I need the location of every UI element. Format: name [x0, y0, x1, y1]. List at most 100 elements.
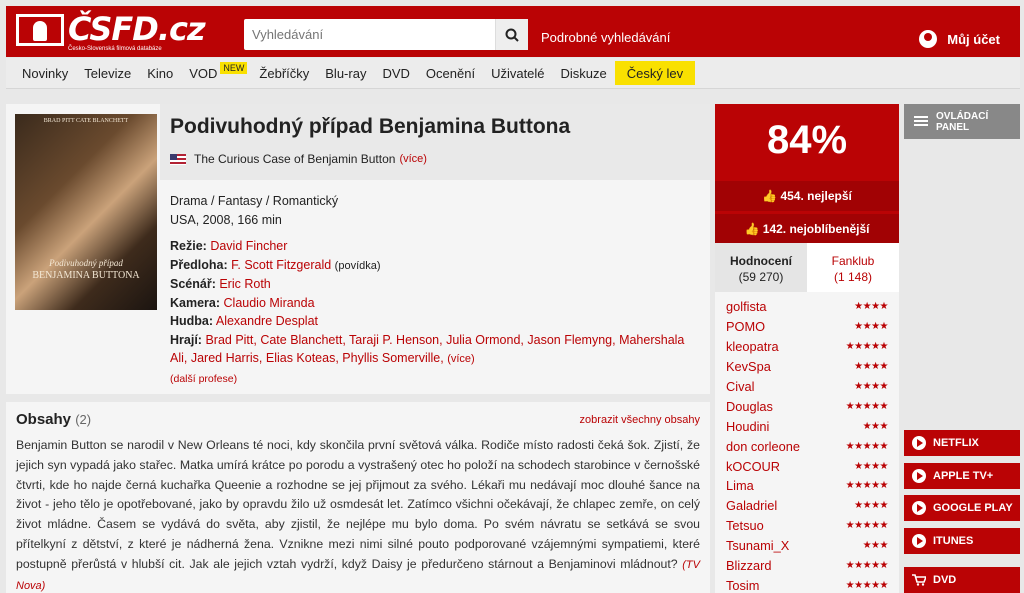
vod-itunes-label: ITUNES [933, 535, 974, 547]
poster-title-line1: Podivuhodný případ [49, 258, 123, 268]
cast-more-link[interactable]: (více) [447, 353, 475, 365]
cast-links-line1[interactable]: Brad Pitt, Cate Blanchett, Taraji P. Hen… [205, 333, 684, 347]
source-row: Předloha: F. Scott Fitzgerald (povídka) [170, 256, 700, 276]
camera-row: Kamera: Claudio Miranda [170, 294, 700, 313]
nav-diskuze[interactable]: Diskuze [553, 58, 615, 89]
nav-bluray[interactable]: Blu-ray [317, 58, 374, 89]
title-bar: Podivuhodný případ Benjamina Buttona The… [160, 104, 710, 180]
tab-ratings[interactable]: Hodnocení (59 270) [715, 243, 807, 292]
original-title-row: The Curious Case of Benjamin Button (víc… [170, 152, 427, 166]
rank-best[interactable]: 👍 454. nejlepší [715, 181, 899, 211]
search-button[interactable] [495, 19, 528, 50]
user-name-link[interactable]: Tsunami_X [726, 538, 789, 553]
nav-zebricky[interactable]: Žebříčky [251, 58, 317, 89]
cast-row-2: Ali, Jared Harris, Elias Koteas, Phyllis… [170, 349, 700, 369]
music-link[interactable]: Alexandre Desplat [216, 314, 318, 328]
search-input[interactable] [244, 19, 494, 50]
csfd-logo[interactable]: ČSFD.cz Česko-Slovenská filmová databáze [16, 10, 206, 54]
control-panel-label-2: PANEL [936, 122, 970, 133]
user-name-link[interactable]: Lima [726, 478, 754, 493]
dvd-shop-button[interactable]: DVD [904, 567, 1020, 593]
nav-novinky[interactable]: Novinky [14, 58, 76, 89]
vod-itunes-button[interactable]: ITUNES [904, 528, 1020, 554]
camera-link[interactable]: Claudio Miranda [224, 296, 315, 310]
cast-links-line2[interactable]: Ali, Jared Harris, Elias Koteas, Phyllis… [170, 351, 444, 365]
user-name-link[interactable]: golfista [726, 299, 767, 314]
logo-text: ČSFD.cz [68, 10, 206, 48]
source-link[interactable]: F. Scott Fitzgerald [231, 258, 331, 272]
nav-televize[interactable]: Televize [76, 58, 139, 89]
thumbs-up-icon: 👍 [744, 222, 760, 236]
user-name-link[interactable]: kleopatra [726, 339, 779, 354]
vod-netflix-button[interactable]: NETFLIX [904, 430, 1020, 456]
user-rating-row: POMO ★★★★ [715, 317, 899, 337]
user-rating-row: Tsunami_X ★★★ [715, 536, 899, 556]
user-name-link[interactable]: Douglas [726, 399, 773, 414]
genres: Drama / Fantasy / Romantický [170, 194, 339, 208]
user-name-link[interactable]: Houdini [726, 419, 769, 434]
more-titles-link[interactable]: (více) [399, 153, 427, 165]
star-rating: ★★★★★ [845, 341, 889, 353]
user-name-link[interactable]: don corleone [726, 439, 800, 454]
film-info-panel: BRAD PITT CATE BLANCHETT Podivuhodný pří… [6, 104, 710, 394]
screenplay-row: Scénář: Eric Roth [170, 275, 700, 294]
nav-kino[interactable]: Kino [139, 58, 181, 89]
user-name-link[interactable]: Cival [726, 379, 754, 394]
user-name-link[interactable]: Blizzard [726, 558, 772, 573]
search-box [244, 19, 528, 50]
user-rating-row: kleopatra ★★★★★ [715, 337, 899, 357]
nav-uzivatele[interactable]: Uživatelé [483, 58, 552, 89]
nav-oceneni[interactable]: Ocenění [418, 58, 483, 89]
control-panel-label-1: OVLÁDACÍ [936, 111, 989, 122]
nav-vod[interactable]: VOD NEW [181, 58, 248, 89]
control-panel-button[interactable]: OVLÁDACÍ PANEL [904, 104, 1020, 139]
account-button[interactable]: Můj účet [919, 30, 1000, 48]
screenplay-link[interactable]: Eric Roth [219, 277, 270, 291]
plot-panel: Obsahy (2) zobrazit všechny obsahy Benja… [6, 402, 710, 593]
star-rating: ★★★★★ [845, 579, 889, 591]
user-name-link[interactable]: Tetsuo [726, 518, 764, 533]
original-title: The Curious Case of Benjamin Button [194, 152, 396, 166]
plot-text-block: Benjamin Button se narodil v New Orleans… [16, 436, 700, 593]
advanced-search-link[interactable]: Podrobné vyhledávání [541, 30, 670, 45]
user-rating-row: Cival ★★★★ [715, 377, 899, 397]
poster-actors: BRAD PITT CATE BLANCHETT [43, 118, 129, 124]
header-bar: ČSFD.cz Česko-Slovenská filmová databáze… [6, 6, 1020, 57]
vod-googleplay-label: GOOGLE PLAY [933, 502, 1013, 514]
top-header: ČSFD.cz Česko-Slovenská filmová databáze… [0, 0, 1024, 60]
vod-appletv-button[interactable]: APPLE TV+ [904, 463, 1020, 489]
plot-heading-label: Obsahy [16, 411, 72, 428]
user-rating-row: Lima ★★★★★ [715, 476, 899, 496]
nav-cesky-lev[interactable]: Český lev [614, 61, 696, 85]
more-professions-row: (další profese) [170, 369, 700, 389]
usa-flag-icon [170, 153, 186, 165]
new-badge: NEW [220, 61, 248, 74]
star-rating: ★★★★ [854, 361, 888, 373]
user-rating-row: KevSpa ★★★★ [715, 357, 899, 377]
vod-googleplay-button[interactable]: GOOGLE PLAY [904, 495, 1020, 521]
user-name-link[interactable]: POMO [726, 319, 765, 334]
camera-label: Kamera: [170, 295, 221, 310]
user-name-link[interactable]: kOCOUR [726, 459, 780, 474]
star-rating: ★★★★ [854, 460, 888, 472]
logo-subtitle: Česko-Slovenská filmová databáze [68, 46, 162, 52]
account-label: Můj účet [947, 31, 1000, 47]
user-name-link[interactable]: KevSpa [726, 359, 771, 374]
source-label: Předloha: [170, 257, 228, 272]
film-poster[interactable]: BRAD PITT CATE BLANCHETT Podivuhodný pří… [15, 114, 157, 310]
nav-dvd[interactable]: DVD [374, 58, 417, 89]
more-professions-link[interactable]: (další profese) [170, 373, 237, 385]
user-name-link[interactable]: Galadriel [726, 498, 777, 513]
plot-heading: Obsahy (2) [16, 411, 91, 428]
director-link[interactable]: David Fincher [210, 239, 287, 253]
user-name-link[interactable]: Tosim [726, 578, 759, 593]
search-icon [505, 28, 519, 42]
nav-vod-label: VOD [189, 65, 218, 81]
star-rating: ★★★★★ [845, 440, 889, 452]
star-rating: ★★★★ [854, 301, 888, 313]
show-all-plots-link[interactable]: zobrazit všechny obsahy [580, 414, 700, 426]
tab-fanclub[interactable]: Fanklub (1 148) [807, 243, 899, 292]
play-icon [912, 436, 926, 450]
rank-favorite[interactable]: 👍 142. nejoblíbenější [715, 214, 899, 244]
user-rating-row: kOCOUR ★★★★ [715, 456, 899, 476]
